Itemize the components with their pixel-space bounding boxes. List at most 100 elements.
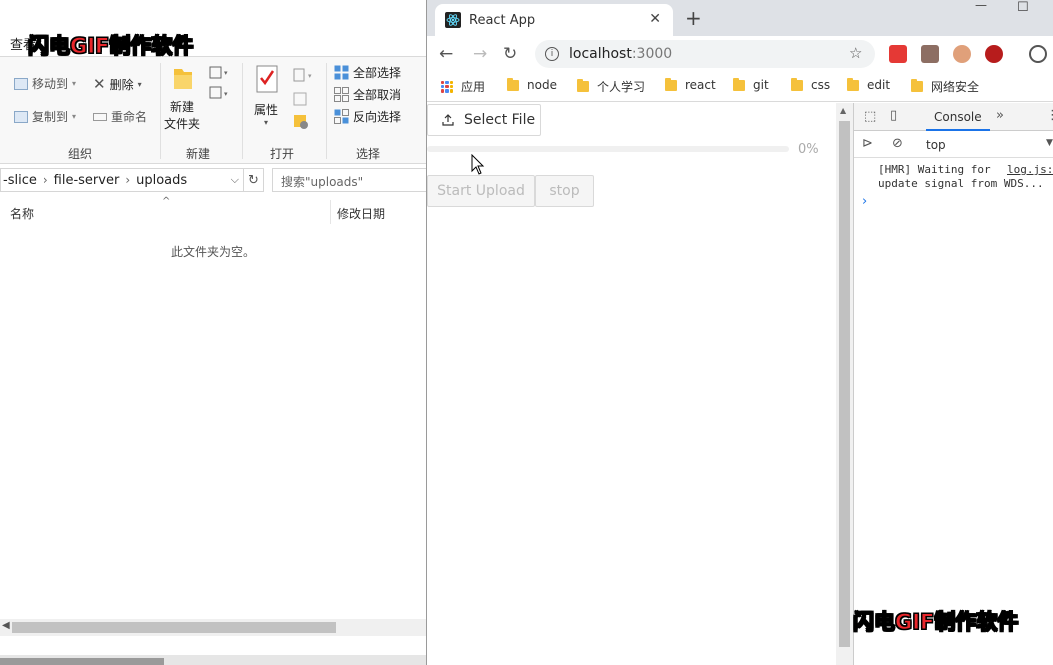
mouse-cursor-icon bbox=[471, 154, 485, 176]
horizontal-scrollbar[interactable]: ◀ bbox=[0, 619, 426, 636]
select-none-button[interactable]: 全部取消 bbox=[334, 86, 401, 103]
start-upload-button[interactable]: Start Upload bbox=[427, 175, 535, 207]
forward-icon[interactable]: → bbox=[473, 44, 487, 64]
clear-console-icon[interactable]: ⊘ bbox=[892, 136, 903, 151]
tab-close-icon[interactable]: ✕ bbox=[649, 11, 661, 27]
extension-icon[interactable] bbox=[953, 45, 971, 63]
group-label-organize: 组织 bbox=[68, 147, 93, 161]
group-label-select: 选择 bbox=[356, 147, 381, 161]
tab-title: React App bbox=[469, 12, 536, 28]
breadcrumb-segment[interactable]: file-server bbox=[54, 173, 120, 188]
page-content: Select File 0% Start Upload stop bbox=[427, 103, 836, 665]
breadcrumb-segment[interactable]: uploads bbox=[136, 173, 187, 188]
browser-tab[interactable]: React App ✕ bbox=[435, 4, 673, 36]
select-none-icon bbox=[334, 87, 349, 102]
scroll-up-icon[interactable]: ▲ bbox=[840, 106, 846, 115]
breadcrumb-chevron-icon: › bbox=[125, 173, 131, 187]
address-bar[interactable]: -slice › file-server › uploads ⌵ bbox=[0, 168, 244, 192]
move-icon bbox=[14, 77, 28, 90]
folder-icon bbox=[791, 77, 803, 91]
breadcrumb-segment[interactable]: -slice bbox=[3, 173, 37, 188]
scrollbar-thumb[interactable] bbox=[12, 622, 336, 633]
folder-large-icon bbox=[172, 65, 194, 91]
bookmarks-bar: 应用 node 个人学习 react git css edit 网络安全 bbox=[427, 72, 1053, 102]
new-item-icon[interactable]: ▾ ▾ bbox=[208, 65, 232, 105]
context-selector[interactable]: top bbox=[926, 138, 946, 152]
bookmark-folder[interactable]: react bbox=[665, 77, 716, 92]
taskbar-strip bbox=[0, 655, 426, 665]
move-to-button[interactable]: 移动到 ▾ bbox=[14, 75, 76, 92]
delete-icon: ✕ bbox=[93, 75, 106, 93]
back-icon[interactable]: ← bbox=[439, 44, 453, 64]
rename-icon bbox=[93, 112, 107, 121]
tab-console[interactable]: Console bbox=[926, 103, 990, 131]
apps-grid-icon bbox=[441, 80, 453, 93]
react-logo-icon bbox=[445, 12, 461, 28]
scroll-left-icon[interactable]: ◀ bbox=[2, 620, 10, 631]
stop-button[interactable]: stop bbox=[535, 175, 594, 207]
bookmark-apps[interactable]: 应用 bbox=[441, 78, 485, 95]
select-file-button[interactable]: Select File bbox=[427, 104, 541, 136]
extension-fe-icon[interactable] bbox=[889, 45, 907, 63]
ribbon: 移动到 ▾ 复制到 ▾ ✕ 删除 ▾ 重命名 新建 文件夹 ▾ ▾ 属性 ▾ ▾… bbox=[0, 56, 426, 164]
breadcrumb-chevron-icon: › bbox=[42, 173, 48, 187]
folder-icon bbox=[507, 77, 519, 91]
folder-icon bbox=[577, 79, 589, 92]
folder-icon bbox=[733, 77, 745, 91]
search-input[interactable]: 搜索"uploads" bbox=[272, 168, 426, 192]
page-vertical-scrollbar[interactable]: ▲ bbox=[836, 103, 853, 665]
reload-icon[interactable]: ↻ bbox=[503, 44, 517, 64]
new-folder-button[interactable]: 新建 文件夹 bbox=[164, 99, 200, 133]
upload-progress-label: 0% bbox=[798, 142, 819, 157]
invert-selection-button[interactable]: 反向选择 bbox=[334, 108, 401, 125]
svg-text:▾: ▾ bbox=[224, 90, 228, 98]
minimize-icon[interactable]: — bbox=[975, 0, 987, 12]
inspect-element-icon[interactable]: ⬚ bbox=[864, 109, 876, 124]
delete-button[interactable]: ✕ 删除 ▾ bbox=[93, 75, 142, 93]
scrollbar-thumb[interactable] bbox=[839, 121, 850, 647]
folder-icon bbox=[847, 77, 859, 91]
address-dropdown-icon[interactable]: ⌵ bbox=[231, 173, 239, 187]
bookmark-folder[interactable]: css bbox=[791, 77, 830, 92]
maximize-icon[interactable]: ☐ bbox=[1017, 0, 1029, 15]
refresh-icon[interactable]: ↻ bbox=[244, 168, 264, 192]
properties-icon bbox=[256, 65, 278, 93]
copy-to-button[interactable]: 复制到 ▾ bbox=[14, 108, 76, 125]
bookmark-star-icon[interactable]: ☆ bbox=[849, 44, 862, 62]
extension-icon[interactable] bbox=[921, 45, 939, 63]
device-toolbar-icon[interactable]: ▯ bbox=[890, 108, 897, 123]
browser-titlebar: React App ✕ + — ☐ bbox=[427, 0, 1053, 36]
folder-icon bbox=[911, 79, 923, 92]
select-all-button[interactable]: 全部选择 bbox=[334, 64, 401, 81]
group-label-open: 打开 bbox=[270, 147, 295, 161]
properties-button[interactable]: 属性 ▾ bbox=[254, 101, 278, 127]
context-dropdown-icon[interactable]: ▼ bbox=[1046, 138, 1053, 148]
group-label-new: 新建 bbox=[186, 147, 211, 161]
rename-button[interactable]: 重命名 bbox=[93, 108, 147, 125]
bookmark-folder[interactable]: 网络安全 bbox=[911, 78, 979, 95]
column-header-date[interactable]: 修改日期 bbox=[337, 205, 385, 222]
extension-icon[interactable] bbox=[985, 45, 1003, 63]
svg-text:▾: ▾ bbox=[308, 72, 312, 80]
log-source-link[interactable]: log.js: bbox=[1007, 163, 1053, 177]
sidebar-toggle-icon[interactable]: ⊳ bbox=[862, 136, 873, 151]
devtools-menu-icon[interactable]: ⋮ bbox=[1046, 108, 1053, 123]
bookmark-folder[interactable]: 个人学习 bbox=[577, 78, 645, 95]
watermark-bottom: 闪电GIF制作软件 bbox=[852, 610, 1019, 635]
column-header-name[interactable]: 名称 bbox=[10, 205, 34, 222]
console-prompt-icon[interactable]: › bbox=[862, 194, 867, 209]
bookmark-folder[interactable]: edit bbox=[847, 77, 890, 92]
bookmark-folder[interactable]: node bbox=[507, 77, 557, 92]
select-all-icon bbox=[334, 65, 349, 80]
bookmark-folder[interactable]: git bbox=[733, 77, 769, 92]
folder-icon bbox=[665, 77, 677, 91]
browser-window: React App ✕ + — ☐ ← → ↻ i localhost:3000… bbox=[426, 0, 1053, 665]
info-icon[interactable]: i bbox=[545, 47, 559, 61]
console-log-entry: [HMR] Waiting for update signal from WDS… bbox=[878, 163, 1053, 190]
open-icons[interactable]: ▾ bbox=[292, 67, 318, 135]
more-tabs-icon[interactable]: » bbox=[996, 108, 1004, 123]
new-tab-icon[interactable]: + bbox=[685, 6, 702, 30]
svg-text:▾: ▾ bbox=[224, 69, 228, 77]
profile-avatar-icon[interactable] bbox=[1029, 45, 1047, 63]
url-bar[interactable]: i localhost:3000 bbox=[535, 40, 875, 68]
